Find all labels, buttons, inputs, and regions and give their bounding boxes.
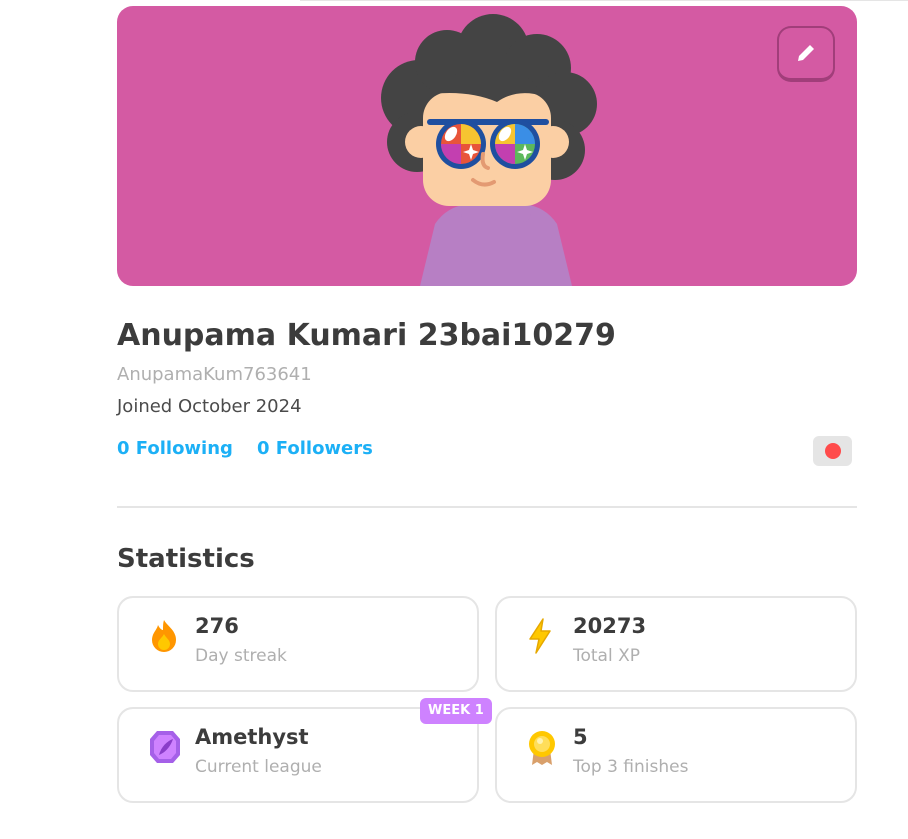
stat-card-xp: 20273 Total XP — [495, 596, 857, 692]
stat-card-streak: 276 Day streak — [117, 596, 479, 692]
stat-card-top3: 5 Top 3 finishes — [495, 707, 857, 803]
stat-label: Current league — [195, 757, 322, 777]
section-divider — [117, 506, 857, 508]
amethyst-league-icon — [150, 731, 180, 763]
stat-label: Top 3 finishes — [573, 757, 689, 777]
stat-label: Day streak — [195, 646, 287, 666]
profile-banner — [117, 6, 857, 286]
medal-icon — [529, 731, 555, 765]
pencil-icon — [798, 42, 817, 61]
stat-label: Total XP — [573, 646, 641, 666]
course-flag-badge[interactable] — [813, 436, 852, 466]
lightning-icon — [529, 618, 551, 654]
stat-value: Amethyst — [195, 725, 309, 749]
edit-profile-button[interactable] — [777, 26, 835, 82]
stat-value: 276 — [195, 614, 239, 638]
joined-date: Joined October 2024 — [117, 396, 302, 417]
following-link[interactable]: 0 Following — [117, 438, 233, 459]
profile-display-name: Anupama Kumari 23bai10279 — [117, 318, 616, 353]
avatar — [381, 14, 597, 286]
fire-icon — [152, 620, 176, 652]
top-border — [300, 0, 908, 1]
week-badge: WEEK 1 — [420, 698, 492, 724]
stat-value: 20273 — [573, 614, 647, 638]
profile-username: AnupamaKum763641 — [117, 364, 312, 385]
flag-icon — [824, 443, 841, 459]
followers-link[interactable]: 0 Followers — [257, 438, 373, 459]
statistics-title: Statistics — [117, 544, 255, 574]
stat-value: 5 — [573, 725, 588, 749]
